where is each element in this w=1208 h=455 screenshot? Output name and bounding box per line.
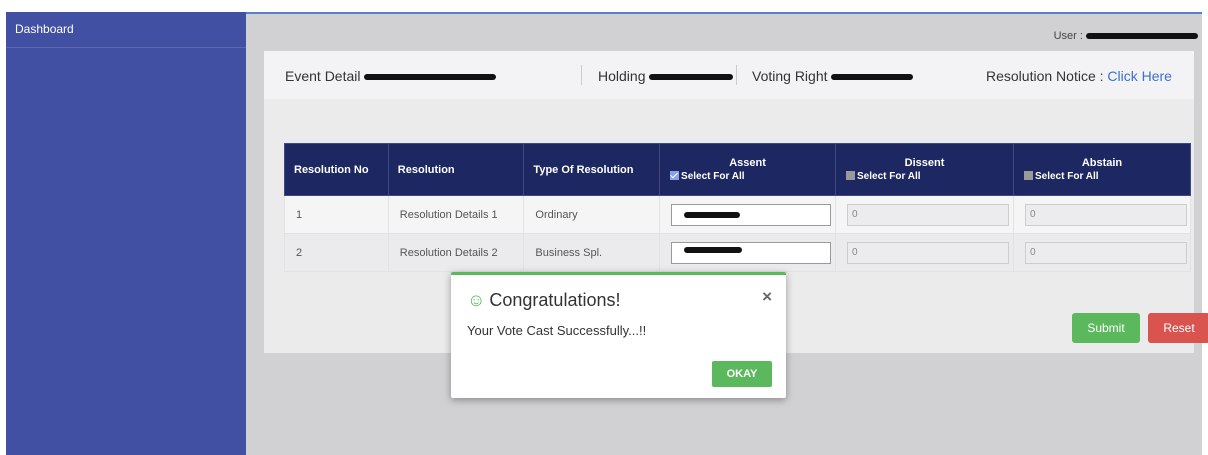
checkbox-unchecked-icon[interactable] bbox=[846, 171, 856, 180]
close-icon[interactable]: × bbox=[762, 287, 772, 307]
col-resolution-no: Resolution No bbox=[284, 143, 389, 196]
event-detail-label: Event Detail bbox=[285, 68, 361, 84]
dissent-input[interactable]: 0 bbox=[847, 203, 1010, 226]
dissent-header-label: Dissent bbox=[904, 157, 945, 169]
checkbox-checked-icon[interactable] bbox=[670, 171, 680, 180]
col-assent: Assent Select For All bbox=[659, 143, 837, 196]
resolution-table: Resolution No Resolution Type Of Resolut… bbox=[284, 143, 1192, 272]
success-modal: ☺ Congratulations! × Your Vote Cast Succe… bbox=[451, 272, 786, 398]
cell-resolution-no: 2 bbox=[284, 233, 389, 272]
event-detail: Event Detail bbox=[285, 68, 497, 84]
col-dissent: Dissent Select For All bbox=[835, 143, 1014, 196]
dissent-select-all[interactable]: Select For All bbox=[836, 171, 1013, 182]
cell-dissent: 0 bbox=[835, 233, 1014, 272]
divider bbox=[581, 65, 582, 85]
cell-abstain: 0 bbox=[1012, 195, 1192, 234]
abstain-input[interactable]: 0 bbox=[1024, 203, 1187, 226]
redacted-voting-right bbox=[831, 74, 914, 81]
user-info: User : bbox=[1054, 30, 1198, 42]
voting-right-label: Voting Right bbox=[752, 68, 828, 84]
cell-assent bbox=[659, 233, 837, 272]
redacted-assent-value bbox=[684, 211, 741, 218]
redacted-holding bbox=[649, 74, 734, 81]
holding-label: Holding bbox=[598, 68, 646, 84]
table-row: 1 Resolution Details 1 Ordinary 0 0 bbox=[284, 195, 1192, 234]
cell-resolution: Resolution Details 2 bbox=[387, 233, 525, 272]
submit-button[interactable]: Submit bbox=[1072, 313, 1140, 343]
cell-type: Business Spl. bbox=[523, 233, 661, 272]
col-type: Type Of Resolution bbox=[523, 143, 661, 196]
cell-resolution: Resolution Details 1 bbox=[387, 195, 525, 234]
checkbox-unchecked-icon[interactable] bbox=[1023, 171, 1033, 180]
sidebar: Dashboard bbox=[6, 12, 246, 455]
abstain-header-label: Abstain bbox=[1081, 157, 1123, 169]
cell-dissent: 0 bbox=[835, 195, 1014, 234]
abstain-input[interactable]: 0 bbox=[1024, 241, 1187, 264]
select-all-label: Select For All bbox=[857, 171, 921, 182]
assent-select-all[interactable]: Select For All bbox=[660, 171, 835, 182]
voting-right: Voting Right bbox=[752, 68, 914, 84]
cell-assent bbox=[659, 195, 837, 234]
sidebar-dashboard-link[interactable]: Dashboard bbox=[6, 12, 246, 48]
col-resolution: Resolution bbox=[387, 143, 525, 196]
divider bbox=[736, 65, 737, 85]
abstain-select-all[interactable]: Select For All bbox=[1014, 171, 1190, 182]
resolution-notice: Resolution Notice : Click Here bbox=[986, 68, 1172, 84]
modal-title: ☺ Congratulations! bbox=[467, 290, 620, 311]
assent-input[interactable] bbox=[671, 203, 832, 226]
okay-button[interactable]: OKAY bbox=[712, 361, 772, 387]
resolution-notice-label: Resolution Notice : bbox=[986, 68, 1104, 84]
cell-abstain: 0 bbox=[1012, 233, 1192, 272]
select-all-label: Select For All bbox=[681, 171, 745, 182]
reset-button[interactable]: Reset bbox=[1148, 313, 1208, 343]
holding: Holding bbox=[598, 68, 734, 84]
redacted-user-id bbox=[1086, 33, 1198, 40]
redacted-event-detail bbox=[364, 74, 497, 81]
table-header-row: Resolution No Resolution Type Of Resolut… bbox=[284, 143, 1192, 196]
assent-header-label: Assent bbox=[729, 157, 766, 169]
modal-message: Your Vote Cast Successfully...!! bbox=[467, 323, 647, 338]
event-detail-bar: Event Detail Holding Voting Right Resolu… bbox=[264, 51, 1194, 99]
cell-type: Ordinary bbox=[523, 195, 661, 234]
modal-title-text: Congratulations! bbox=[489, 290, 621, 310]
assent-input[interactable] bbox=[671, 241, 832, 264]
select-all-label: Select For All bbox=[1034, 171, 1099, 182]
redacted-assent-value bbox=[684, 246, 743, 253]
user-label: User : bbox=[1053, 30, 1083, 42]
cell-resolution-no: 1 bbox=[284, 195, 389, 234]
dissent-input[interactable]: 0 bbox=[847, 241, 1010, 264]
resolution-notice-link[interactable]: Click Here bbox=[1107, 68, 1172, 84]
col-abstain: Abstain Select For All bbox=[1012, 143, 1192, 196]
smiley-icon: ☺ bbox=[467, 290, 486, 310]
table-row: 2 Resolution Details 2 Business Spl. 0 0 bbox=[284, 233, 1192, 272]
